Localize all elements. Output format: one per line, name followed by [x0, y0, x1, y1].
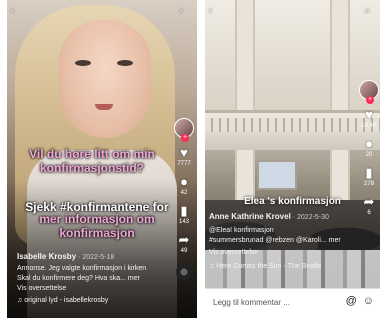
music-disc-icon[interactable]	[176, 264, 192, 280]
left-video-post[interactable]: ‹ ⌕ Vil du høre litt om min konfirmasjon…	[7, 0, 197, 318]
post-author-line: Anne Kathrine Krovel · 2022-5-30	[209, 212, 329, 222]
bookmark-icon[interactable]: ▮	[180, 204, 187, 218]
person-eye-right	[117, 60, 133, 66]
post-description-2[interactable]: #summersbrunad @rebzen @Karoli... mer	[209, 236, 341, 245]
comment-count: 20	[365, 152, 373, 158]
person-eye-left	[75, 60, 91, 66]
follow-plus-icon[interactable]: +	[181, 134, 189, 142]
comment-bar: Legg til kommentar ... @ ☺	[205, 288, 380, 318]
search-icon[interactable]: ⌕	[365, 5, 370, 16]
comment-count: 42	[180, 190, 188, 196]
share-count: 6	[367, 210, 371, 216]
translate-link[interactable]: Vis oversettelse	[209, 248, 258, 257]
post-author-line: Isabelle Krosby · 2022-5-18	[17, 252, 114, 262]
mention-icon[interactable]: @	[346, 295, 357, 307]
comment-icon[interactable]: ●	[365, 137, 373, 151]
sound-name: Here Comes the Sun - The Beatle	[216, 263, 322, 270]
church-pillar	[330, 0, 350, 200]
save-count: 143	[178, 219, 189, 225]
video-title: Elea 's konfirmasjon	[244, 196, 341, 207]
post-date: · 2022-5-30	[292, 214, 329, 221]
author-username[interactable]: Isabelle Krosby	[17, 252, 76, 261]
right-video-post[interactable]: ‹ ⌕ Elea 's konfirmasjon Anne Kathrine K…	[205, 0, 380, 318]
save-count: 278	[363, 181, 374, 187]
like-count: 10,4K	[361, 123, 377, 129]
search-icon[interactable]: ⌕	[179, 5, 184, 16]
comment-tools: @ ☺	[346, 295, 374, 307]
bookmark-icon[interactable]: ▮	[365, 166, 372, 180]
post-date: · 2022-5-18	[78, 254, 115, 261]
back-icon[interactable]: ‹	[11, 5, 14, 15]
author-avatar[interactable]: +	[174, 118, 194, 142]
translate-link[interactable]: Vis oversettelse	[17, 284, 66, 293]
heart-icon[interactable]: ♥	[180, 146, 188, 160]
author-avatar[interactable]: +	[359, 80, 379, 104]
caption-question: Vil du høre litt om min konfirmasjonstid…	[29, 147, 155, 175]
comment-input[interactable]: Legg til kommentar ...	[213, 298, 290, 307]
follow-plus-icon[interactable]: +	[366, 96, 374, 104]
left-action-rail: + ♥ 7777 ● 42 ▮ 143 ➦ 49	[173, 118, 195, 280]
post-description-1: @Elea! konfirmasjon	[209, 227, 274, 234]
post-description-2[interactable]: Skal du konfirmere deg? Hva ska... mer	[17, 274, 140, 283]
back-icon[interactable]: ‹	[209, 5, 212, 15]
share-icon[interactable]: ➦	[179, 233, 190, 247]
like-count: 7777	[177, 161, 191, 167]
balcony-railing	[205, 118, 380, 132]
sound-name: original lyd - isabellekrosby	[24, 297, 109, 304]
heart-icon[interactable]: ♥	[365, 108, 373, 122]
person-face	[59, 20, 151, 138]
emoji-icon[interactable]: ☺	[363, 295, 374, 307]
church-window	[257, 160, 297, 190]
share-icon[interactable]: ➦	[364, 195, 375, 209]
church-pillar	[235, 0, 255, 200]
right-action-rail: + ♥ 10,4K ● 20 ▮ 278 ➦ 6	[358, 80, 380, 216]
author-username[interactable]: Anne Kathrine Krovel	[209, 212, 291, 221]
share-count: 49	[180, 248, 188, 254]
sound-line[interactable]: ♫ Here Comes the Sun - The Beatle	[209, 262, 322, 271]
post-description-1: Annonse. Jeg valgte konfirmasjon i kirke…	[17, 265, 147, 272]
caption-more-info: mer informasjon om konfirmasjon	[39, 212, 155, 240]
sound-line[interactable]: ♫ original lyd - isabellekrosby	[17, 296, 108, 305]
comment-icon[interactable]: ●	[180, 175, 188, 189]
